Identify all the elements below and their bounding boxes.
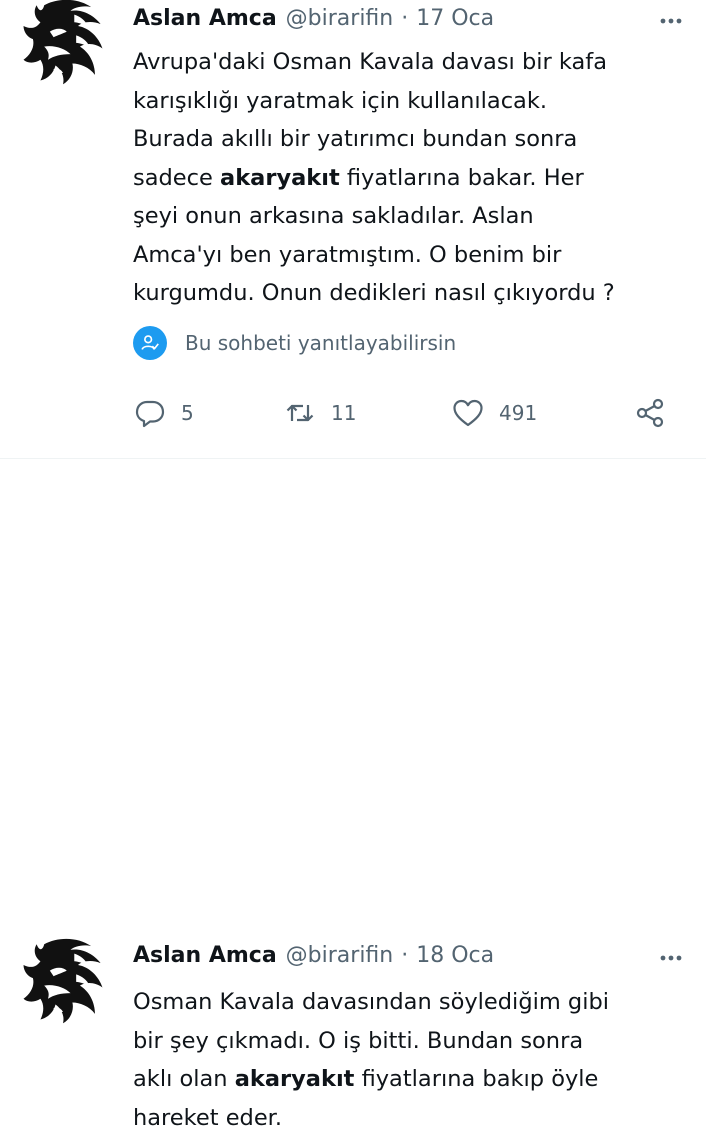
- more-options-button[interactable]: [656, 6, 686, 36]
- reply-restriction-text: Bu sohbeti yanıtlayabilirsin: [185, 331, 456, 355]
- text-line: bir şey çıkmadı. O iş bitti. Bundan sonr…: [133, 1022, 693, 1061]
- like-button[interactable]: 491: [451, 396, 537, 430]
- reply-restriction-note: Bu sohbeti yanıtlayabilirsin: [133, 326, 456, 360]
- text-line: sadece akaryakıt fiyatlarına bakar. Her: [133, 159, 693, 198]
- reply-bubble-icon: [133, 396, 167, 430]
- lion-head-logo: [16, 933, 110, 1027]
- retweet-icon: [283, 396, 317, 430]
- tweet-text: Avrupa'daki Osman Kavala davası bir kafa…: [133, 43, 693, 313]
- tweet-2[interactable]: Aslan Amca @birarifin · 18 Oca Osman Kav…: [0, 459, 706, 677]
- text-line: Osman Kavala davasından söylediğim gibi: [133, 983, 693, 1022]
- tweet-1[interactable]: Aslan Amca @birarifin · 17 Oca Avrupa'da…: [0, 0, 706, 459]
- more-horizontal-icon: [656, 6, 686, 36]
- text-line: Avrupa'daki Osman Kavala davası bir kafa: [133, 43, 693, 82]
- heart-icon: [451, 396, 485, 430]
- retweet-count: 11: [331, 401, 356, 425]
- bold-keyword: akaryakıt: [220, 165, 340, 191]
- lion-head-logo: [16, 0, 110, 88]
- reply-count: 5: [181, 401, 194, 425]
- tweet-header: Aslan Amca @birarifin · 18 Oca: [133, 943, 686, 968]
- tweet-date[interactable]: 17 Oca: [416, 6, 494, 31]
- more-options-button[interactable]: [656, 943, 686, 973]
- avatar[interactable]: [16, 0, 110, 88]
- share-icon: [633, 396, 667, 430]
- tweet-actions: 5 11 491: [133, 396, 673, 432]
- text-line: hareket eder.: [133, 1099, 693, 1137]
- separator-dot: ·: [401, 6, 408, 31]
- text-line: Burada akıllı bir yatırımcı bundan sonra: [133, 120, 693, 159]
- tweet-date[interactable]: 18 Oca: [416, 943, 494, 968]
- more-horizontal-icon: [656, 943, 686, 973]
- share-button[interactable]: [633, 396, 667, 430]
- bold-keyword: akaryakıt: [235, 1066, 355, 1092]
- text-line: Amca'yı ben yaratmıştım. O benim bir: [133, 236, 693, 275]
- avatar[interactable]: [16, 933, 110, 1027]
- user-check-icon: [133, 326, 167, 360]
- text-line: karışıklığı yaratmak için kullanılacak.: [133, 82, 693, 121]
- text-line: kurgumdu. Onun dedikleri nasıl çıkıyordu…: [133, 274, 693, 313]
- text-line: aklı olan akaryakıt fiyatlarına bakıp öy…: [133, 1060, 693, 1099]
- author-name[interactable]: Aslan Amca: [133, 6, 277, 31]
- reply-button[interactable]: 5: [133, 396, 194, 430]
- retweet-button[interactable]: 11: [283, 396, 356, 430]
- author-handle[interactable]: @birarifin: [286, 6, 394, 31]
- separator-dot: ·: [401, 943, 408, 968]
- text-line: şeyi onun arkasına sakladılar. Aslan: [133, 197, 693, 236]
- author-name[interactable]: Aslan Amca: [133, 943, 277, 968]
- like-count: 491: [499, 401, 537, 425]
- tweet-header: Aslan Amca @birarifin · 17 Oca: [133, 6, 686, 31]
- author-handle[interactable]: @birarifin: [286, 943, 394, 968]
- tweet-text: Osman Kavala davasından söylediğim gibi …: [133, 983, 693, 1137]
